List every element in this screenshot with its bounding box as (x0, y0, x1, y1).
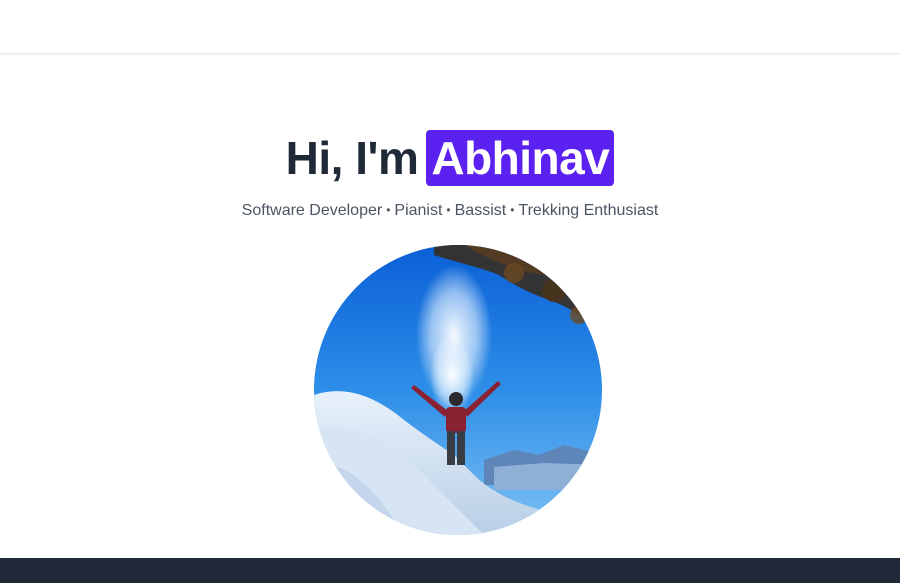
role-software-developer: Software Developer (241, 202, 383, 219)
name-highlight: Abhinav (426, 130, 615, 186)
role-pianist: Pianist (394, 202, 443, 219)
hero-headline: Hi, I'm Abhinav (0, 130, 900, 186)
top-navbar (0, 0, 900, 54)
role-trekking-enthusiast: Trekking Enthusiast (518, 202, 659, 219)
profile-photo (314, 245, 602, 535)
separator-dot: • (446, 203, 451, 217)
role-bassist: Bassist (454, 202, 507, 219)
footer-bar (0, 558, 900, 583)
greeting-text: Hi, I'm (285, 132, 419, 184)
hero-section: Hi, I'm Abhinav Software Developer • Pianis… (0, 54, 900, 558)
separator-dot: • (510, 203, 515, 217)
profile-photo-illustration (314, 245, 602, 535)
separator-dot: • (386, 203, 391, 217)
roles-tagline: Software Developer • Pianist • Bassist • Trekk… (0, 200, 900, 222)
